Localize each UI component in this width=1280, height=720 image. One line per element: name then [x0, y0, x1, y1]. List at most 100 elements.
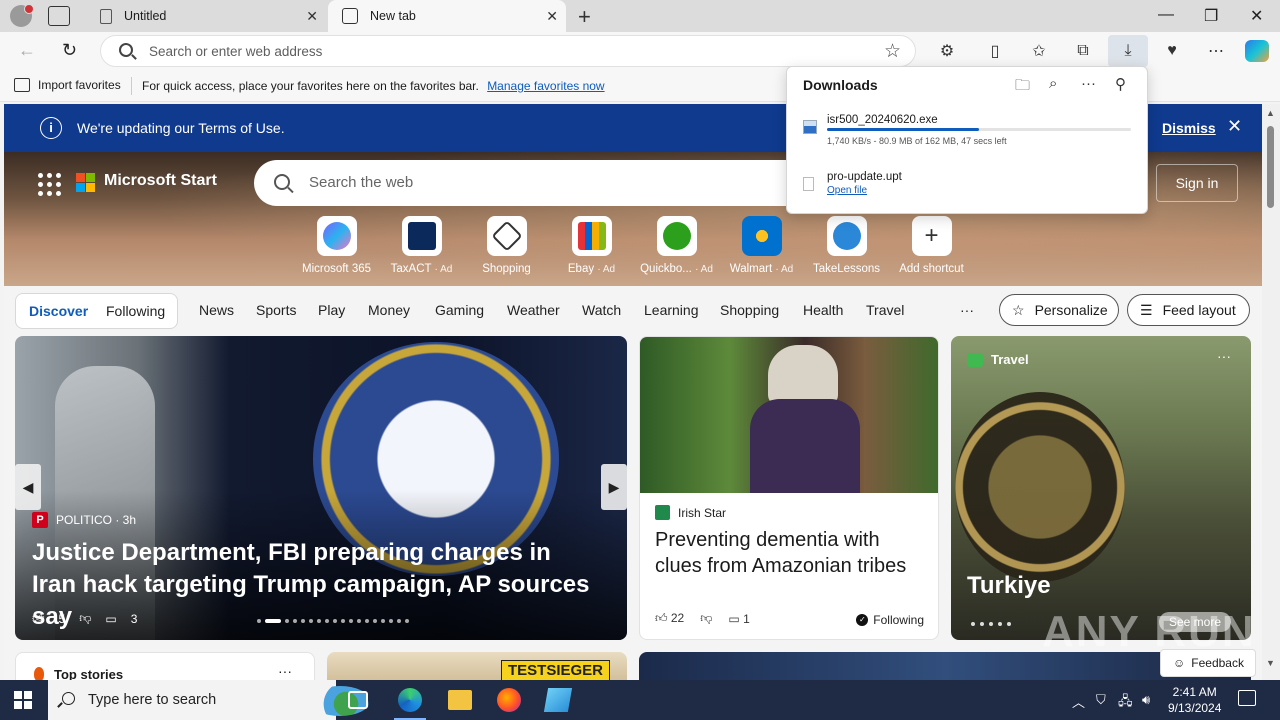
- more-options-icon[interactable]: ···: [1081, 75, 1096, 92]
- more-options-icon[interactable]: ···: [278, 663, 292, 679]
- more-options-icon[interactable]: ···: [1217, 348, 1231, 364]
- tab-following[interactable]: Following: [106, 303, 165, 319]
- close-banner-icon[interactable]: ✕: [1227, 116, 1242, 137]
- category-play[interactable]: Play: [318, 302, 345, 318]
- tab-discover[interactable]: Discover: [29, 303, 88, 319]
- shortcut-walmart[interactable]: Walmart · Ad: [719, 216, 804, 275]
- carousel-prev-icon[interactable]: ◀: [15, 464, 41, 510]
- profile-avatar[interactable]: [10, 4, 34, 27]
- task-view-icon[interactable]: [348, 691, 368, 709]
- category-money[interactable]: Money: [368, 302, 410, 318]
- feedback-button[interactable]: ☺ Feedback: [1160, 649, 1256, 677]
- dismiss-link[interactable]: Dismiss: [1162, 120, 1216, 136]
- show-hidden-icons-icon[interactable]: ︿: [1072, 692, 1085, 711]
- taskbar-search[interactable]: Type here to search: [48, 680, 370, 720]
- refresh-icon[interactable]: ↻: [62, 40, 77, 61]
- like-icon[interactable]: 👍︎: [32, 611, 45, 626]
- favorites-icon[interactable]: ✩: [1028, 40, 1050, 62]
- category-sports[interactable]: Sports: [256, 302, 296, 318]
- feed-layout-button[interactable]: ☰ Feed layout: [1127, 294, 1250, 326]
- file-explorer-icon[interactable]: [448, 690, 472, 710]
- ad-label: · Ad: [597, 264, 616, 275]
- volume-icon[interactable]: 🔊︎: [1142, 692, 1150, 708]
- dislike-icon[interactable]: 👎︎: [79, 611, 91, 626]
- product-card[interactable]: TESTSIEGER: [327, 652, 627, 680]
- category-gaming[interactable]: Gaming: [435, 302, 484, 318]
- more-categories-button[interactable]: ···: [960, 302, 974, 318]
- windows-start-icon[interactable]: [14, 691, 32, 709]
- category-shopping[interactable]: Shopping: [720, 302, 779, 318]
- shortcut-shopping[interactable]: Shopping: [464, 216, 549, 275]
- shortcut-ebay[interactable]: Ebay · Ad: [549, 216, 634, 275]
- card-title[interactable]: Turkiye: [967, 572, 1051, 600]
- following-button[interactable]: ✓ Following: [856, 613, 924, 627]
- app-launcher-icon[interactable]: [38, 173, 61, 196]
- network-icon[interactable]: 🖧: [1118, 692, 1133, 714]
- close-window-icon[interactable]: ✕: [1250, 6, 1263, 26]
- split-screen-icon[interactable]: ▯: [984, 40, 1006, 62]
- comment-icon[interactable]: ▭ 1: [728, 612, 749, 626]
- top-stories-card[interactable]: Top stories ···: [15, 652, 315, 680]
- brand-name[interactable]: Microsoft Start: [104, 172, 217, 190]
- category-learning[interactable]: Learning: [644, 302, 699, 318]
- news-card-main[interactable]: ◀ ▶ P POLITICO · 3h Justice Department, …: [15, 336, 627, 640]
- personalize-button[interactable]: ☆ Personalize: [999, 294, 1119, 326]
- collections-icon[interactable]: ⧉: [1072, 40, 1094, 62]
- address-bar[interactable]: Search or enter web address ☆: [100, 35, 916, 67]
- close-tab-icon[interactable]: ✕: [306, 8, 318, 25]
- manage-favorites-link[interactable]: Manage favorites now: [487, 79, 604, 93]
- scroll-down-icon[interactable]: ▼: [1266, 658, 1275, 668]
- scroll-thumb[interactable]: [1267, 126, 1274, 208]
- shortcut-microsoft-365[interactable]: Microsoft 365: [294, 216, 379, 275]
- travel-card[interactable]: Travel ··· Turkiye See more: [951, 336, 1251, 640]
- back-icon[interactable]: ←: [18, 40, 36, 61]
- scroll-up-icon[interactable]: ▲: [1266, 108, 1275, 118]
- firefox-icon[interactable]: [497, 688, 521, 712]
- notifications-icon[interactable]: [1238, 690, 1256, 706]
- category-travel[interactable]: Travel: [866, 302, 904, 318]
- comment-icon[interactable]: ▭: [105, 612, 116, 626]
- download-icon[interactable]: ⤓: [1117, 40, 1139, 62]
- edge-icon[interactable]: [394, 688, 426, 720]
- search-downloads-icon[interactable]: ⌕: [1049, 75, 1057, 92]
- new-tab-button[interactable]: +: [578, 4, 591, 30]
- download-item-exe[interactable]: isr500_20240620.exe 1,740 KB/s - 80.9 MB…: [803, 114, 1133, 154]
- news-card-dementia[interactable]: Irish Star Preventing dementia with clue…: [639, 336, 939, 640]
- dislike-icon[interactable]: 👎︎: [700, 611, 712, 626]
- browser-essentials-icon[interactable]: ♥: [1161, 40, 1183, 62]
- tab-new-tab[interactable]: New tab ✕: [328, 0, 566, 32]
- taskbar: Type here to search ︿ ⛉ 🖧 🔊︎ 2:41 AM 9/1…: [0, 680, 1280, 720]
- pin-icon[interactable]: ⚲: [1115, 75, 1126, 93]
- category-watch[interactable]: Watch: [582, 302, 621, 318]
- minimize-icon[interactable]: —: [1158, 6, 1174, 24]
- favorite-star-icon[interactable]: ☆: [884, 40, 901, 63]
- copilot-icon[interactable]: [1245, 40, 1269, 62]
- open-file-link[interactable]: Open file: [827, 185, 867, 196]
- card-reactions: 👍︎ 5 👎︎ ▭ 3: [32, 611, 137, 626]
- tab-untitled[interactable]: Untitled ✕: [86, 0, 326, 32]
- category-health[interactable]: Health: [803, 302, 843, 318]
- restore-icon[interactable]: ❐: [1204, 6, 1218, 26]
- notepad-icon[interactable]: [543, 688, 573, 712]
- import-favorites-button[interactable]: Import favorites: [14, 78, 121, 92]
- extensions-icon[interactable]: ⚙: [936, 40, 958, 62]
- category-news[interactable]: News: [199, 302, 234, 318]
- system-clock[interactable]: 2:41 AM 9/13/2024: [1168, 684, 1221, 716]
- shortcut-takelessons[interactable]: TakeLessons: [804, 216, 889, 275]
- carousel-next-icon[interactable]: ▶: [601, 464, 627, 510]
- security-icon[interactable]: ⛉: [1096, 692, 1106, 708]
- open-folder-icon[interactable]: 🗀: [1015, 75, 1030, 100]
- more-menu-icon[interactable]: ⋯: [1205, 40, 1227, 62]
- tab-actions-icon[interactable]: [48, 6, 70, 26]
- shortcut-taxact[interactable]: TaxACT · Ad: [379, 216, 464, 275]
- download-item-upt[interactable]: pro-update.upt Open file: [803, 169, 1133, 203]
- like-icon[interactable]: 👍︎ 22: [655, 611, 684, 626]
- web-search-box[interactable]: Search the web: [254, 160, 814, 206]
- card-headline[interactable]: Preventing dementia with clues from Amaz…: [655, 527, 930, 579]
- category-weather[interactable]: Weather: [507, 302, 560, 318]
- shortcut-quickbooks[interactable]: Quickbo... · Ad: [634, 216, 719, 275]
- sign-in-button[interactable]: Sign in: [1156, 164, 1238, 202]
- add-shortcut-button[interactable]: + Add shortcut: [889, 216, 974, 275]
- page-scrollbar[interactable]: ▲ ▼: [1262, 104, 1280, 680]
- close-tab-icon[interactable]: ✕: [546, 8, 558, 25]
